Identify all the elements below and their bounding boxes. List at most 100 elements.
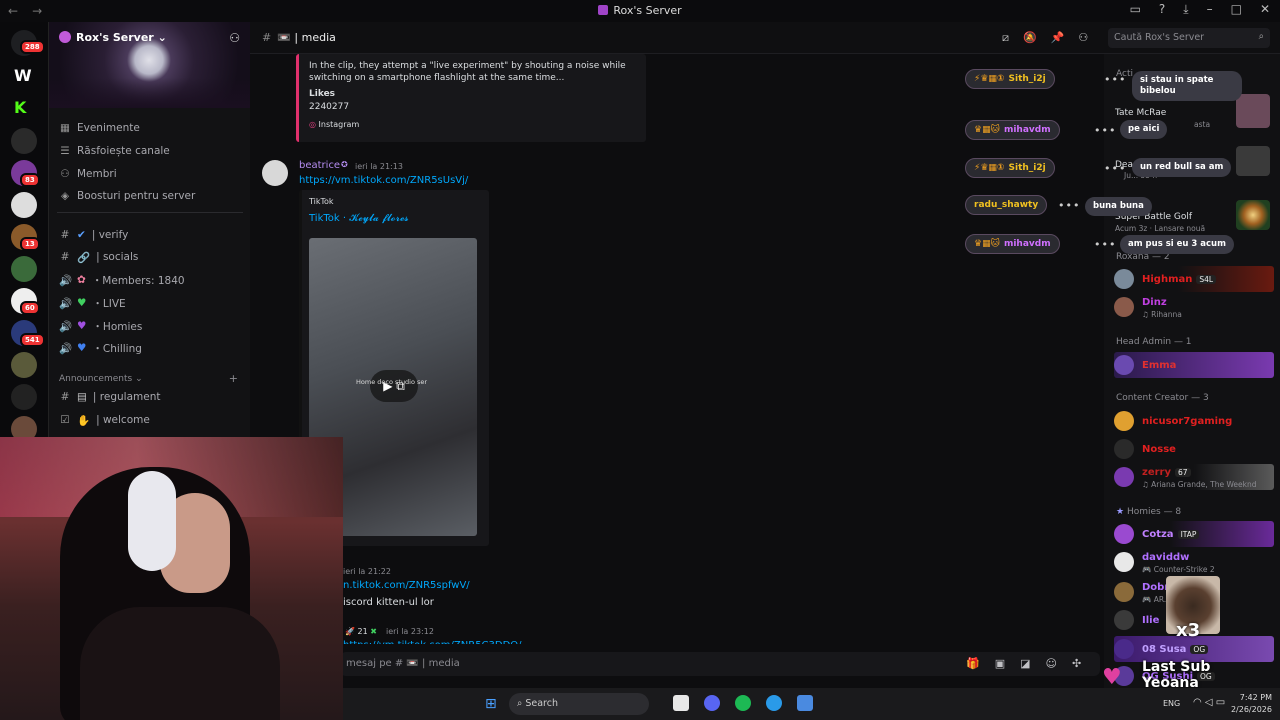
video-caption: Home deco studio ser xyxy=(356,378,428,386)
sidebar-item-events[interactable]: ▦ Evenimente xyxy=(59,118,140,138)
gift-icon[interactable]: 🎁 xyxy=(966,657,980,670)
sticker-icon[interactable]: ◪ xyxy=(1020,657,1030,670)
language-indicator[interactable]: ENG xyxy=(1163,699,1180,708)
rocket-icon: 🚀 xyxy=(345,627,358,636)
server-k-icon[interactable]: K xyxy=(14,98,26,117)
vhs-icon: 📼 xyxy=(277,31,295,44)
member-row[interactable]: nicusor7gaming xyxy=(1114,410,1232,432)
member-tag: ITAP xyxy=(1177,529,1200,539)
green-heart-icon: ♥ xyxy=(77,297,87,309)
close-icon[interactable]: ✕ xyxy=(1260,2,1270,17)
channel-live[interactable]: 🔊 ♥ ・LIVE xyxy=(59,293,126,313)
member-row[interactable]: 08 Susa OG xyxy=(1114,638,1209,660)
download-icon[interactable]: ⤓ xyxy=(1183,2,1188,17)
activity-title: Tate McRae xyxy=(1115,108,1167,118)
channel-title: # 📼 | media xyxy=(262,31,336,44)
ellipsis-icon: ••• xyxy=(1094,238,1117,251)
avatar xyxy=(1114,411,1134,431)
message-link[interactable]: https://vm.tiktok.com/ZNR5sUsVj/ xyxy=(299,175,468,186)
browse-icon: ☰ xyxy=(60,145,70,157)
app-icon[interactable] xyxy=(797,695,813,711)
last-sub-widget: Last Sub Yeoana xyxy=(1142,659,1211,691)
message-link[interactable]: n.tiktok.com/ZNR5spfwV/ xyxy=(343,580,470,591)
sidebar-item-boosts[interactable]: ◈ Boosturi pentru server xyxy=(59,186,195,206)
member-row[interactable]: Nosse xyxy=(1114,438,1176,460)
spotify-icon[interactable] xyxy=(735,695,751,711)
discord-icon[interactable] xyxy=(704,695,720,711)
threads-icon[interactable]: ⧄ xyxy=(1002,31,1009,45)
apps-icon[interactable]: ✣ xyxy=(1072,657,1081,670)
file-explorer-icon[interactable] xyxy=(673,695,689,711)
speaker-icon: 🔊 xyxy=(59,297,73,310)
gif-icon[interactable]: ▣ xyxy=(995,657,1005,670)
avatar xyxy=(1114,610,1134,630)
emoji-icon[interactable]: ☺ xyxy=(1046,657,1057,670)
channel-regulament[interactable]: # ▤ | regulament xyxy=(59,387,161,407)
wifi-icon[interactable]: ◠ ◁ ▭ xyxy=(1193,697,1225,708)
member-list-icon[interactable]: ⚇ xyxy=(1078,31,1088,45)
sidebar-item-browse[interactable]: ☰ Răsfoiește canale xyxy=(59,141,169,161)
boost-icon: ◈ xyxy=(60,190,70,202)
inbox-icon[interactable]: ▭ xyxy=(1130,2,1141,17)
category-announcements[interactable]: Announcements ⌄ xyxy=(59,374,143,384)
message-timestamp: ieri la 21:13 xyxy=(355,162,403,171)
taskbar-search[interactable]: ⌕ Search xyxy=(509,693,649,715)
channel-welcome[interactable]: ☑ ✋ | welcome xyxy=(59,410,150,430)
overlay-chat-name: ⚡♛▦① Sith_i2j xyxy=(965,158,1055,178)
message-author[interactable]: beatrice xyxy=(299,160,340,171)
channel-members-count[interactable]: 🔊 ✿ ・Members: 1840 xyxy=(59,270,185,290)
server-icon[interactable] xyxy=(11,192,37,218)
hash-icon: # xyxy=(262,31,272,44)
mute-bell-icon[interactable]: 🔕 xyxy=(1023,31,1037,45)
search-input[interactable]: Caută Rox's Server ⌕ xyxy=(1108,28,1270,48)
overlay-chat-name: ⚡♛▦① Sith_i2j xyxy=(965,69,1055,89)
member-row[interactable]: Highman S4L xyxy=(1114,268,1217,290)
embed-field-label: Likes xyxy=(309,89,336,99)
member-row[interactable]: Cotza ITAP xyxy=(1114,523,1200,545)
server-icon[interactable] xyxy=(11,384,37,410)
invite-icon[interactable]: ⚇ xyxy=(229,31,240,45)
embed-title[interactable]: TikTok · 𝓚𝓮𝔂𝓵𝓪 𝓯𝓵𝓸𝓻𝓮𝓼 xyxy=(309,213,409,224)
user-badge: 🚀 21 ✖ xyxy=(345,627,377,636)
x-badge-icon: ✖ xyxy=(370,627,377,636)
edge-icon[interactable] xyxy=(766,695,782,711)
channel-homies[interactable]: 🔊 ♥ ・Homies xyxy=(59,316,142,336)
channel-socials[interactable]: # 🔗 | socials xyxy=(59,247,139,267)
wave-icon: ✋ xyxy=(77,414,91,427)
server-icon[interactable] xyxy=(11,256,37,282)
message-link[interactable]: https://vm.tiktok.com/ZNR5C3DDQ/ xyxy=(343,640,522,644)
minimize-icon[interactable]: – xyxy=(1207,2,1213,17)
channel-chilling[interactable]: 🔊 ♥ ・Chilling xyxy=(59,338,142,358)
add-channel-icon[interactable]: + xyxy=(229,372,238,385)
message-timestamp: ieri la 21:22 xyxy=(343,567,391,576)
taskbar: ⊞ ⌕ Search ENG ◠ ◁ ▭ 7:42 PM 2/26/2026 xyxy=(343,688,1280,720)
avatar[interactable] xyxy=(262,160,288,186)
sidebar-item-members[interactable]: ⚇ Membri xyxy=(59,164,116,184)
windows-start-icon[interactable]: ⊞ xyxy=(485,696,497,712)
overlay-chat-message: am pus si eu 3 acum xyxy=(1120,235,1234,254)
divider xyxy=(57,212,243,213)
member-row[interactable]: Ilie xyxy=(1114,609,1159,631)
maximize-icon[interactable]: □ xyxy=(1231,2,1242,17)
ellipsis-icon: ••• xyxy=(1104,73,1127,86)
game-art xyxy=(1236,146,1270,176)
overlay-chat-message: pe aici xyxy=(1120,120,1168,139)
clock[interactable]: 7:42 PM 2/26/2026 xyxy=(1231,692,1272,716)
member-tag: 67 xyxy=(1174,467,1191,477)
badge-icons: ⚡♛▦① xyxy=(974,163,1005,173)
server-icon[interactable] xyxy=(11,128,37,154)
embed-field-value: 2240277 xyxy=(309,102,350,112)
member-row[interactable]: Emma xyxy=(1114,354,1176,376)
pin-icon[interactable]: 📌 xyxy=(1051,31,1065,45)
link-icon: 🔗 xyxy=(77,251,91,264)
avatar xyxy=(1114,355,1134,375)
help-icon[interactable]: ? xyxy=(1159,2,1165,17)
server-w-icon[interactable]: W xyxy=(14,66,32,85)
server-name[interactable]: Rox's Server ⌄ xyxy=(59,31,167,44)
member-tag: OG xyxy=(1190,644,1209,654)
play-button[interactable]: ▶ ⧉ xyxy=(370,370,418,402)
embed-footer: ◎ Instagram xyxy=(309,120,360,129)
server-icon[interactable] xyxy=(11,352,37,378)
channel-verify[interactable]: # ✔ | verify xyxy=(59,225,129,245)
heart-icon: ♥ xyxy=(1102,665,1122,690)
